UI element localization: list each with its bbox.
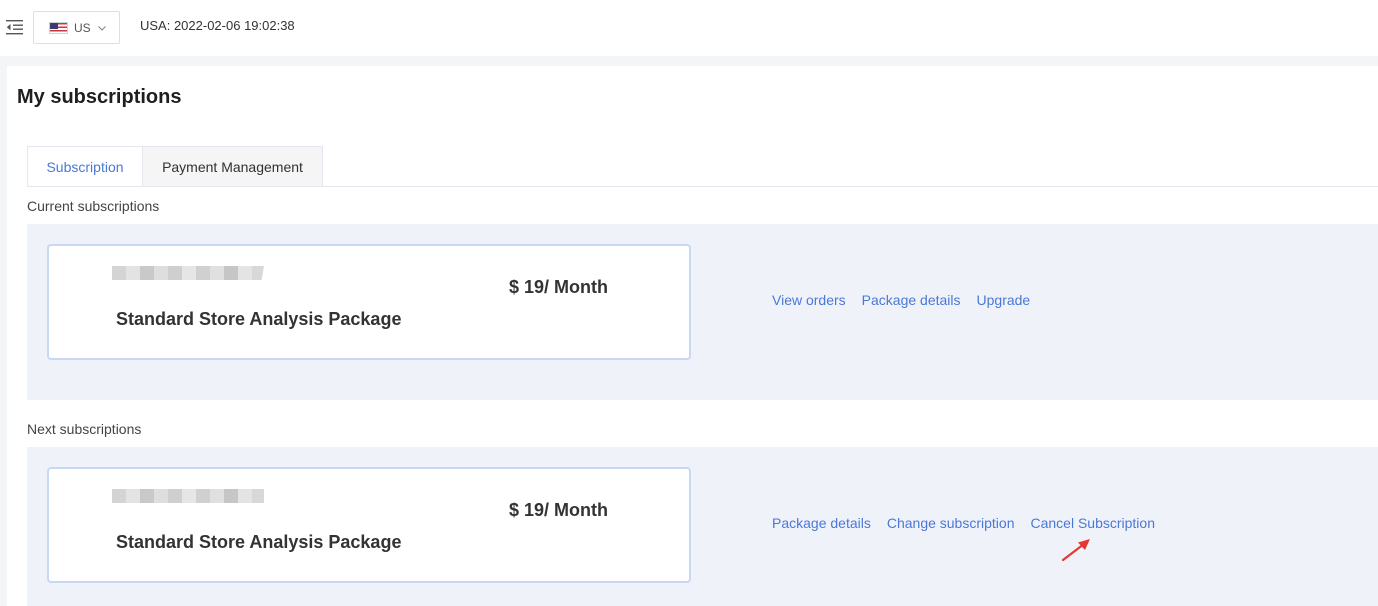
package-details-link[interactable]: Package details [862, 292, 961, 308]
view-orders-link[interactable]: View orders [772, 292, 846, 308]
region-select[interactable]: US [33, 11, 120, 44]
package-name: Standard Store Analysis Package [116, 532, 402, 552]
tab-payment-management[interactable]: Payment Management [143, 146, 323, 187]
current-subscription-block: $ 19/ Month Standard Store Analysis Pack… [27, 224, 1378, 400]
package-details-link[interactable]: Package details [772, 515, 871, 531]
us-flag-icon [49, 21, 68, 34]
redacted-text [112, 489, 264, 503]
next-subscriptions-label: Next subscriptions [27, 421, 142, 437]
subscription-price: $ 19/ Month [509, 500, 609, 520]
package-name: Standard Store Analysis Package [116, 309, 402, 329]
next-actions: Package details Change subscription Canc… [772, 515, 1155, 531]
current-subscriptions-label: Current subscriptions [27, 198, 160, 214]
main-panel: My subscriptions Subscription Payment Ma… [7, 66, 1378, 606]
next-subscription-block: $ 19/ Month Standard Store Analysis Pack… [27, 447, 1378, 606]
current-subscription-card: $ 19/ Month Standard Store Analysis Pack… [47, 244, 691, 360]
upgrade-link[interactable]: Upgrade [977, 292, 1031, 308]
subscription-price: $ 19/ Month [509, 277, 609, 297]
tab-subscription[interactable]: Subscription [27, 146, 143, 187]
cancel-subscription-link[interactable]: Cancel Subscription [1030, 515, 1155, 531]
chevron-down-icon [97, 25, 106, 31]
clock-text: USA: 2022-02-06 19:02:38 [140, 18, 295, 33]
change-subscription-link[interactable]: Change subscription [887, 515, 1015, 531]
current-actions: View orders Package details Upgrade [772, 292, 1030, 308]
annotation-arrow-icon [1061, 539, 1090, 562]
region-label: US [74, 20, 91, 35]
menu-fold-icon[interactable] [6, 19, 23, 35]
tab-divider [27, 186, 1378, 187]
redacted-text [112, 266, 264, 280]
top-bar: US USA: 2022-02-06 19:02:38 [0, 0, 1378, 56]
page-title: My subscriptions [17, 86, 182, 108]
next-subscription-card: $ 19/ Month Standard Store Analysis Pack… [47, 467, 691, 583]
